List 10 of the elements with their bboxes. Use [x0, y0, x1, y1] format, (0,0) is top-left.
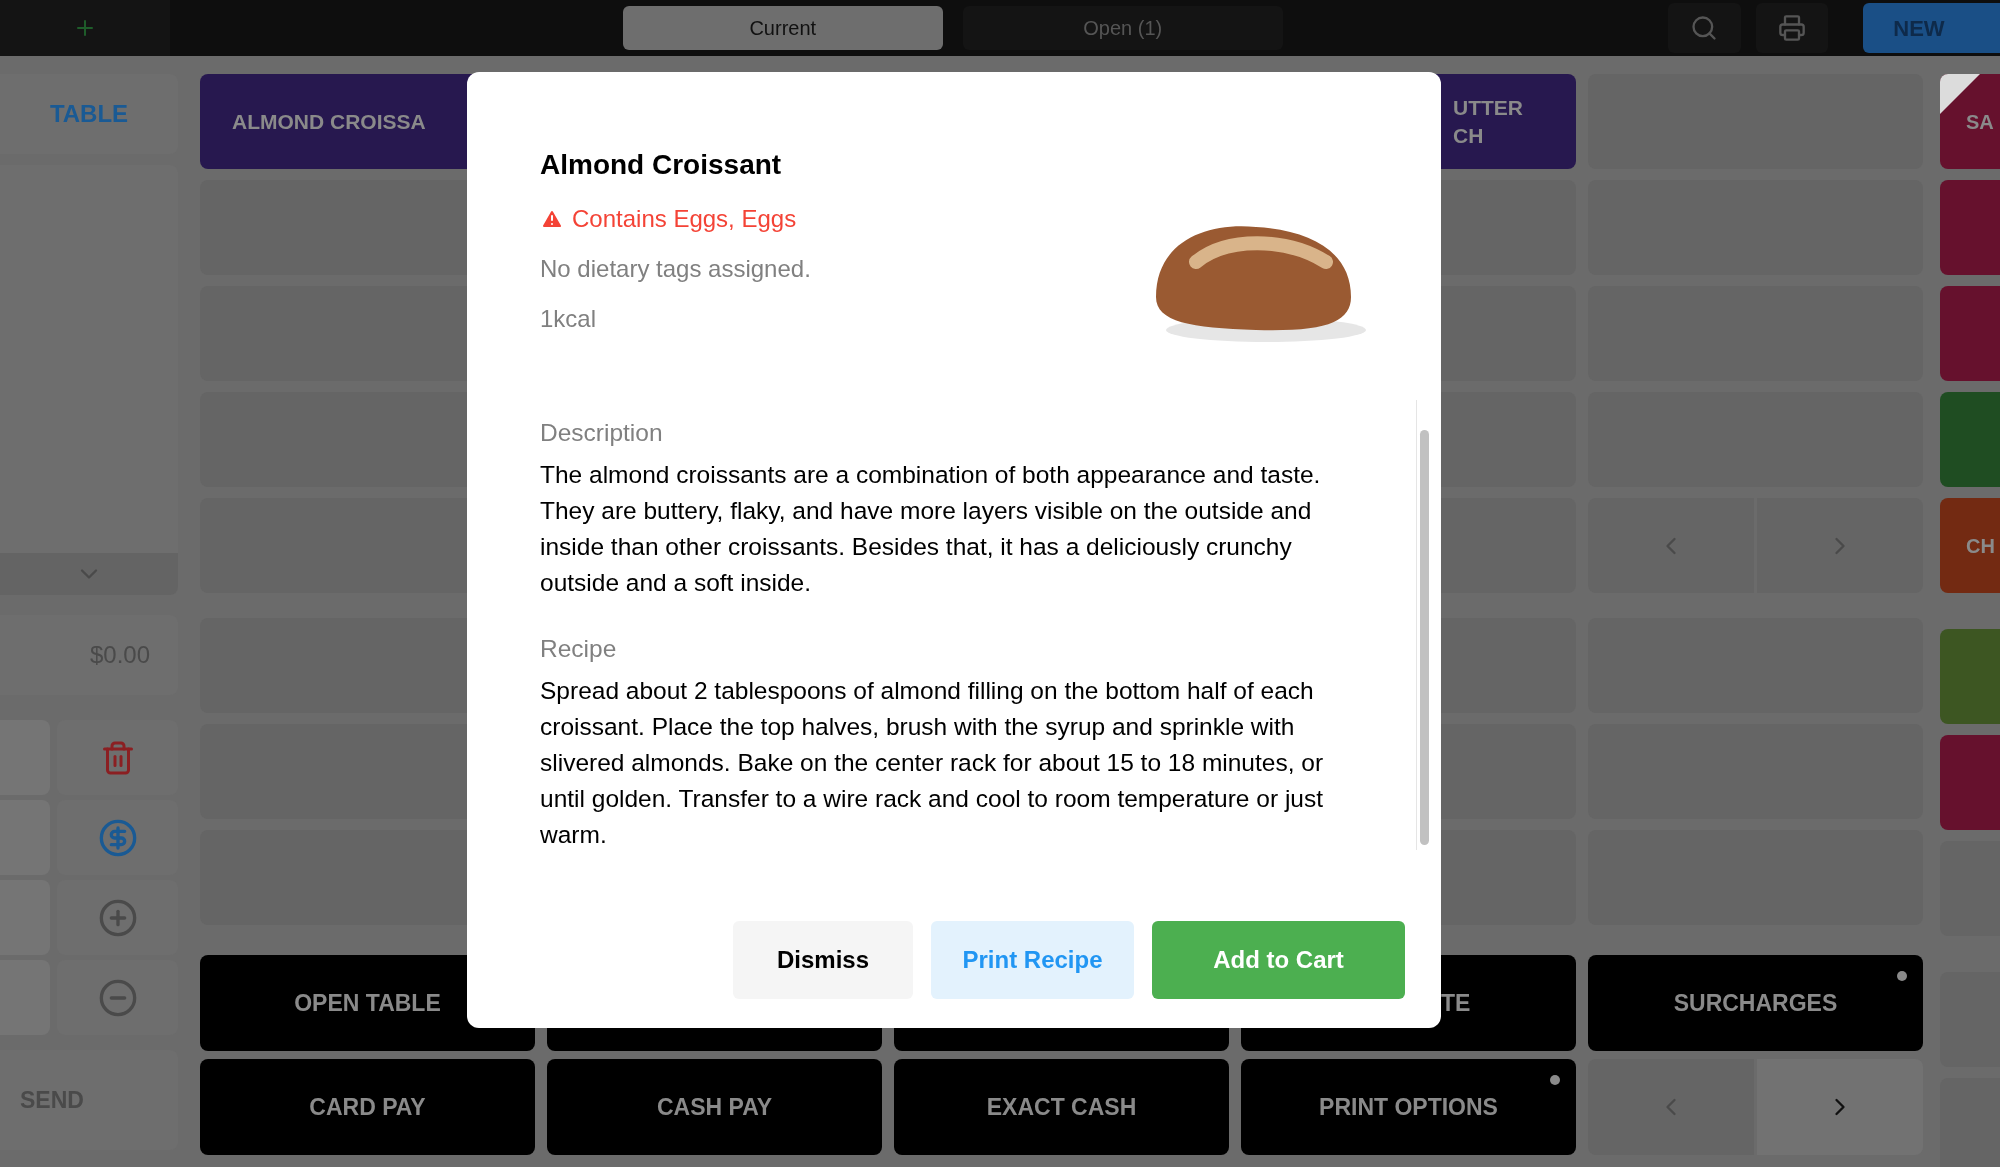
category-label: CH	[1966, 533, 1995, 559]
description-text: The almond croissants are a combination of both appearance and taste. They are buttery, flaky, and have more layers visible on the outside and inside than other croissants. Besides that, it has a deliciously crunchy outside and a soft inside.	[540, 460, 1322, 598]
dialog-title: Almond Croissant	[540, 148, 783, 182]
recipe-text: Spread about 2 tablespoons of almond filling on the bottom half of each croissant. Place the top halves, brush with the syrup and sprinkle with slivered almonds. Bake on the center rack for about 15 to 18 minutes, or until golden. Transfer to a wire rack and cool to room temperature or just warm.	[540, 676, 1324, 850]
recipe-heading: Recipe	[540, 634, 618, 664]
description-heading: Description	[540, 418, 664, 448]
calories-text: 1kcal	[540, 304, 598, 334]
category-label: SA	[1966, 109, 1994, 135]
allergen-warning: Contains Eggs, Eggs	[572, 204, 797, 234]
dietary-note: No dietary tags assigned.	[540, 254, 812, 284]
